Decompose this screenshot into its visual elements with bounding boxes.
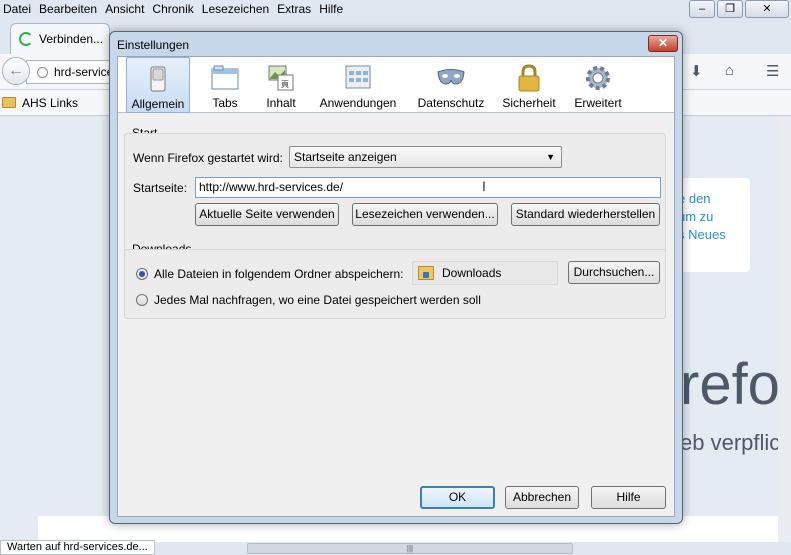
folder-icon (2, 97, 16, 108)
dialog-close-button[interactable]: ✕ (648, 35, 678, 52)
tab-anwendungen[interactable]: Anwendungen (315, 57, 401, 113)
homepage-input[interactable]: http://www.hrd-services.de/ (195, 177, 661, 198)
tab-sicherheit[interactable]: Sicherheit (498, 57, 560, 113)
save-to-folder-label: Alle Dateien in folgendem Ordner abspeic… (154, 267, 404, 281)
window-close-icon[interactable]: ✕ (745, 0, 789, 18)
restore-default-button[interactable]: Standard wiederherstellen (511, 203, 660, 226)
window-controls: – ❐ ✕ (689, 0, 789, 18)
tab-datenschutz[interactable]: Datenschutz (414, 57, 488, 113)
dialog-title: Einstellungen (117, 38, 190, 52)
menu-bar: Datei Bearbeiten Ansicht Chronik Lesezei… (0, 0, 791, 18)
svg-text:頁: 頁 (281, 80, 289, 89)
download-icon[interactable]: ⬇ (690, 62, 703, 80)
tab-erweitert[interactable]: Erweitert (568, 57, 628, 113)
content-icon: 頁 (268, 65, 294, 91)
download-folder-name: Downloads (442, 266, 502, 280)
menu-icon[interactable]: ☰ (766, 62, 779, 80)
tab-label: Erweitert (574, 96, 622, 110)
vertical-scrollbar[interactable] (778, 117, 791, 542)
menu-datei[interactable]: Datei (0, 2, 36, 16)
startup-select[interactable]: Startseite anzeigen ▼ (289, 146, 562, 168)
use-current-page-button[interactable]: Aktuelle Seite verwenden (195, 203, 339, 226)
status-text: Warten auf hrd-services.de... (0, 540, 155, 555)
tab-label: Sicherheit (502, 96, 556, 110)
text-cursor-icon: I (482, 178, 486, 194)
home-icon[interactable]: ⌂ (725, 62, 734, 79)
gear-icon (586, 66, 610, 90)
tab-allgemein[interactable]: Allgemein (126, 57, 190, 113)
switch-icon (150, 66, 166, 92)
tab-label: Inhalt (266, 96, 296, 110)
always-ask-label: Jedes Mal nachfragen, wo eine Datei gesp… (154, 293, 481, 307)
applications-icon (345, 65, 371, 89)
menu-ansicht[interactable]: Ansicht (102, 2, 149, 16)
status-bar: Warten auf hrd-services.de... ||| (0, 540, 791, 555)
chevron-down-icon: ▼ (546, 152, 555, 162)
startup-label: Wenn Firefox gestartet wird: (133, 151, 283, 165)
page-subheading: eb verpflic (680, 430, 781, 455)
downloads-group (124, 249, 666, 319)
always-ask-radio[interactable] (136, 294, 148, 306)
page-card-line: e den (678, 191, 711, 206)
cancel-button[interactable]: Abbrechen (505, 486, 579, 509)
tab-label: Anwendungen (319, 96, 397, 110)
dialog-body: Allgemein Tabs 頁 Inhalt Anwendungen Date… (117, 56, 675, 517)
horizontal-scrollbar-thumb[interactable]: ||| (247, 543, 573, 554)
back-button[interactable]: ← (2, 57, 30, 85)
menu-hilfe[interactable]: Hilfe (316, 2, 348, 16)
tabs-window-icon (211, 65, 239, 90)
tab-label: Allgemein (131, 97, 185, 111)
page-card-line: s Neues (678, 227, 726, 242)
maximize-icon[interactable]: ❐ (717, 0, 743, 18)
page-heading: refo (680, 352, 780, 417)
menu-bearbeiten[interactable]: Bearbeiten (36, 2, 102, 16)
tab-tabs[interactable]: Tabs (202, 57, 248, 113)
use-bookmark-button[interactable]: Lesezeichen verwenden... (352, 203, 498, 226)
browser-tab-title: Verbinden... (39, 32, 104, 46)
settings-dialog: Einstellungen ✕ Allgemein Tabs 頁 Inhalt … (109, 31, 683, 524)
tab-label: Datenschutz (417, 96, 485, 110)
page-card-line: um zu (678, 209, 714, 224)
browser-tab[interactable]: Verbinden... (10, 23, 110, 54)
url-text: hrd-service (54, 65, 114, 79)
settings-toolbar: Allgemein Tabs 頁 Inhalt Anwendungen Date… (118, 57, 674, 113)
download-folder-field: Downloads (412, 261, 558, 285)
minimize-icon[interactable]: – (689, 0, 715, 18)
menu-chronik[interactable]: Chronik (149, 2, 198, 16)
homepage-input-value: http://www.hrd-services.de/ (199, 180, 344, 194)
bookmark-folder-ahs-links[interactable]: AHS Links (22, 96, 78, 110)
menu-lesezeichen[interactable]: Lesezeichen (199, 2, 274, 16)
menu-extras[interactable]: Extras (274, 2, 316, 16)
tab-label: Tabs (212, 96, 238, 110)
globe-icon (37, 66, 48, 78)
help-button[interactable]: Hilfe (591, 486, 666, 509)
loading-spinner-icon (19, 32, 33, 46)
browse-button[interactable]: Durchsuchen... (568, 261, 660, 284)
mask-icon (437, 69, 465, 85)
save-to-folder-radio[interactable] (136, 268, 148, 280)
startup-select-value: Startseite anzeigen (294, 150, 397, 164)
tab-inhalt[interactable]: 頁 Inhalt (258, 57, 304, 113)
download-folder-icon (418, 266, 434, 280)
ok-button[interactable]: OK (420, 486, 495, 509)
homepage-label: Startseite: (133, 181, 188, 195)
padlock-icon (518, 64, 540, 92)
